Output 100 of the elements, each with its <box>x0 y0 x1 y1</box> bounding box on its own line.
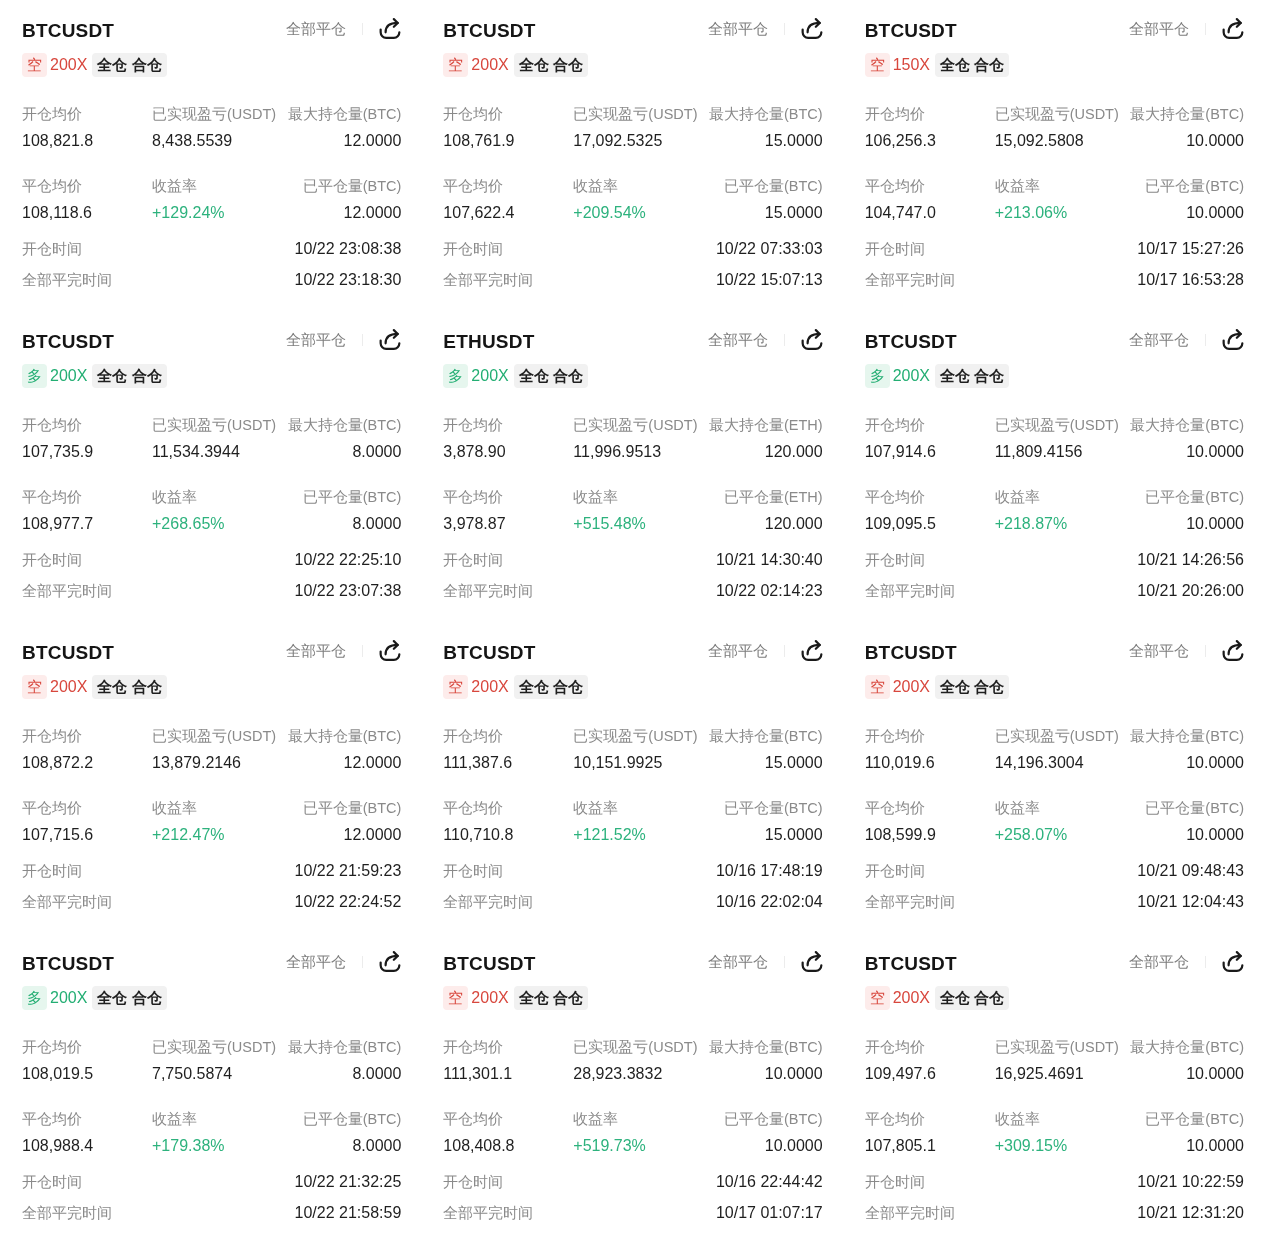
stat-label: 最大持仓量(BTC) <box>287 105 402 124</box>
share-icon[interactable] <box>379 951 402 973</box>
share-icon[interactable] <box>1222 18 1244 40</box>
symbol-title: BTCUSDT <box>443 19 536 43</box>
stat-label: 收益率 <box>152 1110 198 1129</box>
stat-value: 10.0000 <box>1185 1136 1244 1156</box>
leverage-text: 200X <box>891 366 932 386</box>
leverage-text: 200X <box>49 988 89 1008</box>
margin-mode-tag: 全仓 合仓 <box>92 53 167 77</box>
stat-value: 15.0000 <box>763 825 823 845</box>
stat-value: 110,019.6 <box>864 753 936 773</box>
close-all-button[interactable]: 全部平仓 <box>707 641 768 661</box>
time-label: 开仓时间 <box>22 240 82 259</box>
stat-label: 收益率 <box>573 799 620 818</box>
stat-value: 12.0000 <box>342 753 402 773</box>
stat-value: 107,914.6 <box>864 442 937 462</box>
symbol-title: BTCUSDT <box>443 952 536 976</box>
stat-value: 108,988.4 <box>22 1136 95 1156</box>
stat-label: 已实现盈亏(USDT) <box>994 105 1120 124</box>
stat-value: 108,599.9 <box>864 825 937 845</box>
share-icon[interactable] <box>379 640 402 662</box>
stat-value: 109,095.5 <box>864 514 937 534</box>
stat-label: 已平仓量(BTC) <box>301 177 402 196</box>
share-icon[interactable] <box>379 329 402 351</box>
stat-label: 已实现盈亏(USDT) <box>573 416 699 435</box>
time-value: 10/17 15:27:26 <box>1137 239 1244 259</box>
time-value: 10/21 09:48:43 <box>1137 861 1244 881</box>
direction-tag: 空 <box>864 986 890 1010</box>
time-value: 10/21 20:26:00 <box>1137 581 1244 601</box>
share-icon[interactable] <box>800 18 823 40</box>
share-icon[interactable] <box>1222 640 1244 662</box>
time-label: 全部平完时间 <box>864 582 955 601</box>
close-all-button[interactable]: 全部平仓 <box>1129 952 1189 972</box>
stat-label: 收益率 <box>573 488 620 507</box>
stat-value: 10.0000 <box>1185 753 1244 773</box>
close-all-button[interactable]: 全部平仓 <box>286 330 347 350</box>
time-label: 全部平完时间 <box>443 271 534 290</box>
stat-label: 收益率 <box>573 1110 620 1129</box>
time-value: 10/22 02:14:23 <box>715 581 823 601</box>
time-value: 10/22 22:25:10 <box>294 550 402 570</box>
time-label: 开仓时间 <box>864 240 925 259</box>
stat-value: 10.0000 <box>1185 514 1244 534</box>
time-value: 10/22 21:32:25 <box>294 1172 402 1192</box>
margin-mode-tag: 全仓 合仓 <box>513 675 588 699</box>
direction-tag: 空 <box>22 675 47 699</box>
stat-label: 平仓均价 <box>864 488 926 507</box>
leverage-text: 150X <box>891 55 932 75</box>
time-label: 开仓时间 <box>22 551 82 570</box>
leverage-text: 200X <box>470 988 510 1008</box>
stat-label: 开仓均价 <box>443 1038 505 1057</box>
close-all-button[interactable]: 全部平仓 <box>1129 19 1189 39</box>
share-icon[interactable] <box>1222 951 1244 973</box>
margin-mode-tag: 全仓 合仓 <box>92 675 167 699</box>
stat-value: 7,750.5874 <box>152 1064 234 1084</box>
close-all-button[interactable]: 全部平仓 <box>1129 641 1189 661</box>
share-icon[interactable] <box>800 640 823 662</box>
return-rate-value: +519.73% <box>573 1136 647 1156</box>
share-icon[interactable] <box>1222 329 1244 351</box>
stat-label: 已平仓量(BTC) <box>1144 488 1244 507</box>
time-label: 全部平完时间 <box>864 271 955 290</box>
close-all-button[interactable]: 全部平仓 <box>286 952 347 972</box>
stat-label: 平仓均价 <box>22 799 83 818</box>
symbol-title: BTCUSDT <box>864 330 957 354</box>
stat-value: 12.0000 <box>342 203 402 223</box>
stat-value: 10.0000 <box>763 1064 823 1084</box>
return-rate-value: +209.54% <box>573 203 647 223</box>
time-value: 10/22 15:07:13 <box>715 270 823 290</box>
direction-tag: 空 <box>864 53 890 77</box>
time-label: 全部平完时间 <box>22 1204 112 1223</box>
stat-value: 107,805.1 <box>864 1136 937 1156</box>
return-rate-value: +179.38% <box>152 1136 226 1156</box>
return-rate-value: +218.87% <box>994 514 1069 534</box>
share-icon[interactable] <box>800 329 823 351</box>
leverage-text: 200X <box>49 55 89 75</box>
close-all-button[interactable]: 全部平仓 <box>286 19 347 39</box>
close-all-button[interactable]: 全部平仓 <box>286 641 347 661</box>
stat-value: 108,408.8 <box>443 1136 516 1156</box>
direction-tag: 多 <box>443 364 469 388</box>
close-all-button[interactable]: 全部平仓 <box>707 952 768 972</box>
stat-label: 最大持仓量(BTC) <box>287 416 402 435</box>
stat-label: 已实现盈亏(USDT) <box>152 727 278 746</box>
close-all-button[interactable]: 全部平仓 <box>1129 330 1189 350</box>
time-value: 10/22 21:59:23 <box>294 861 402 881</box>
stat-label: 最大持仓量(BTC) <box>709 1038 823 1057</box>
share-icon[interactable] <box>379 18 402 40</box>
stat-label: 开仓均价 <box>443 727 505 746</box>
stat-label: 平仓均价 <box>22 177 83 196</box>
stat-value: 108,118.6 <box>22 203 93 223</box>
stat-value: 15,092.5808 <box>994 131 1085 151</box>
direction-tag: 空 <box>443 675 469 699</box>
close-all-button[interactable]: 全部平仓 <box>707 330 768 350</box>
share-icon[interactable] <box>800 951 823 973</box>
stat-label: 已实现盈亏(USDT) <box>152 416 278 435</box>
close-all-button[interactable]: 全部平仓 <box>707 19 768 39</box>
stat-label: 收益率 <box>994 177 1041 196</box>
margin-mode-tag: 全仓 合仓 <box>513 986 588 1010</box>
margin-mode-tag: 全仓 合仓 <box>92 986 167 1010</box>
stat-value: 108,872.2 <box>22 753 95 773</box>
stat-value: 17,092.5325 <box>573 131 664 151</box>
return-rate-value: +121.52% <box>573 825 647 845</box>
